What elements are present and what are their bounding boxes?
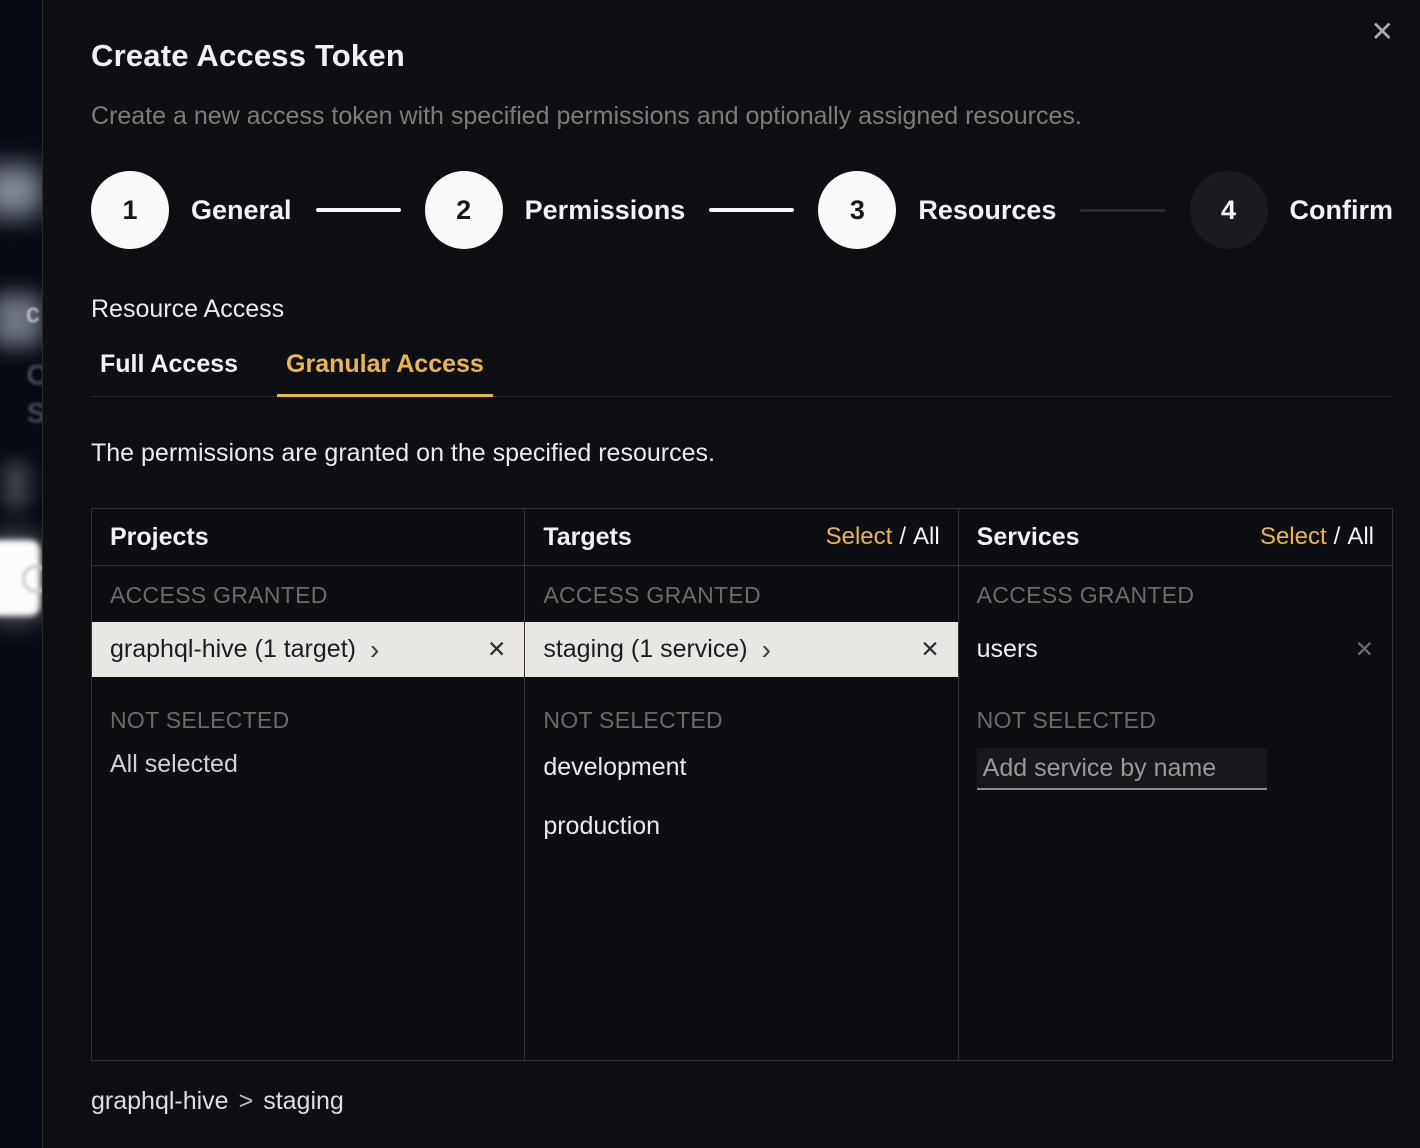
not-selected-label: NOT SELECTED — [525, 707, 957, 734]
step-label: Permissions — [525, 195, 686, 226]
column-title: Projects — [110, 523, 209, 552]
remove-target-button[interactable]: ✕ — [920, 638, 939, 661]
breadcrumb-project: graphql-hive — [91, 1087, 229, 1115]
access-granted-label: ACCESS GRANTED — [525, 582, 957, 609]
resource-access-tabs: Full Access Granular Access — [91, 350, 1393, 397]
targets-select-all-control: Select/ All — [826, 523, 940, 551]
targets-all-link[interactable]: All — [913, 523, 940, 550]
remove-service-button[interactable]: ✕ — [1355, 638, 1374, 661]
target-item-development[interactable]: development — [525, 742, 957, 793]
background-blur-glyph — [22, 565, 42, 593]
create-access-token-modal: ✕ Create Access Token Create a new acces… — [42, 0, 1420, 1148]
step-connector — [316, 208, 401, 212]
modal-subtitle: Create a new access token with specified… — [91, 102, 1392, 131]
background-blur-text: O — [27, 362, 42, 389]
services-all-link[interactable]: All — [1347, 523, 1374, 550]
chevron-right-icon: › — [762, 636, 771, 664]
background-blur-blob — [2, 462, 30, 508]
column-header: Targets Select/ All — [525, 509, 957, 566]
tab-full-access[interactable]: Full Access — [91, 350, 247, 396]
background-blur-text: S — [27, 400, 42, 427]
granted-service-label: users — [977, 635, 1038, 664]
add-service-input[interactable] — [977, 748, 1267, 790]
background-page-blur: c O S — [0, 0, 42, 1148]
granted-target-row[interactable]: staging (1 service) › ✕ — [525, 622, 957, 677]
step-connector — [709, 208, 794, 212]
close-button[interactable]: ✕ — [1363, 12, 1402, 52]
resource-access-heading: Resource Access — [91, 295, 1392, 324]
step-connector — [1080, 209, 1165, 212]
resources-table: Projects ACCESS GRANTED graphql-hive (1 … — [91, 508, 1393, 1061]
target-item-production[interactable]: production — [525, 801, 957, 852]
column-header: Projects — [92, 509, 524, 566]
tab-granular-access[interactable]: Granular Access — [277, 350, 493, 397]
breadcrumb-separator: > — [239, 1087, 254, 1115]
step-circle[interactable]: 3 — [818, 171, 896, 249]
step-circle[interactable]: 2 — [425, 171, 503, 249]
step-confirm[interactable]: 4 Confirm — [1190, 171, 1394, 249]
step-circle[interactable]: 4 — [1190, 171, 1268, 249]
all-selected-note: All selected — [92, 750, 524, 779]
select-all-separator: / — [1334, 523, 1341, 550]
chevron-right-icon: › — [370, 636, 379, 664]
column-projects: Projects ACCESS GRANTED graphql-hive (1 … — [92, 509, 525, 1060]
breadcrumb: graphql-hive > staging — [91, 1087, 1392, 1116]
not-selected-label: NOT SELECTED — [92, 707, 524, 734]
column-body: ACCESS GRANTED staging (1 service) › ✕ N… — [525, 566, 957, 852]
select-all-separator: / — [899, 523, 906, 550]
granted-project-row[interactable]: graphql-hive (1 target) › ✕ — [92, 622, 524, 677]
step-label: General — [191, 195, 292, 226]
access-granted-label: ACCESS GRANTED — [92, 582, 524, 609]
breadcrumb-target: staging — [263, 1087, 344, 1115]
step-permissions[interactable]: 2 Permissions — [425, 171, 686, 249]
column-header: Services Select /All — [959, 509, 1392, 566]
not-selected-label: NOT SELECTED — [959, 707, 1392, 734]
column-services: Services Select /All ACCESS GRANTED users… — [959, 509, 1392, 1060]
granted-project-label: graphql-hive (1 target) — [110, 635, 356, 664]
stepper: 1 General 2 Permissions 3 Resources 4 Co… — [91, 171, 1393, 249]
column-body: ACCESS GRANTED users ✕ NOT SELECTED — [959, 566, 1392, 790]
background-blur-blob — [0, 166, 42, 216]
resource-access-description: The permissions are granted on the speci… — [91, 439, 1392, 468]
remove-project-button[interactable]: ✕ — [487, 638, 506, 661]
column-body: ACCESS GRANTED graphql-hive (1 target) ›… — [92, 566, 524, 779]
step-label: Confirm — [1290, 195, 1394, 226]
step-resources[interactable]: 3 Resources — [818, 171, 1056, 249]
access-granted-label: ACCESS GRANTED — [959, 582, 1392, 609]
modal-title: Create Access Token — [91, 38, 1392, 74]
granted-service-row[interactable]: users ✕ — [959, 622, 1392, 677]
column-title: Services — [977, 523, 1080, 552]
step-circle[interactable]: 1 — [91, 171, 169, 249]
services-select-all-control: Select /All — [1260, 523, 1374, 551]
step-label: Resources — [918, 195, 1056, 226]
close-icon: ✕ — [1371, 16, 1394, 47]
background-blur-text: c — [26, 300, 40, 327]
column-title: Targets — [543, 523, 631, 552]
step-general[interactable]: 1 General — [91, 171, 292, 249]
column-targets: Targets Select/ All ACCESS GRANTED stagin… — [525, 509, 958, 1060]
granted-target-label: staging (1 service) — [543, 635, 747, 664]
services-select-link[interactable]: Select — [1260, 523, 1327, 550]
targets-select-link[interactable]: Select — [826, 523, 893, 550]
